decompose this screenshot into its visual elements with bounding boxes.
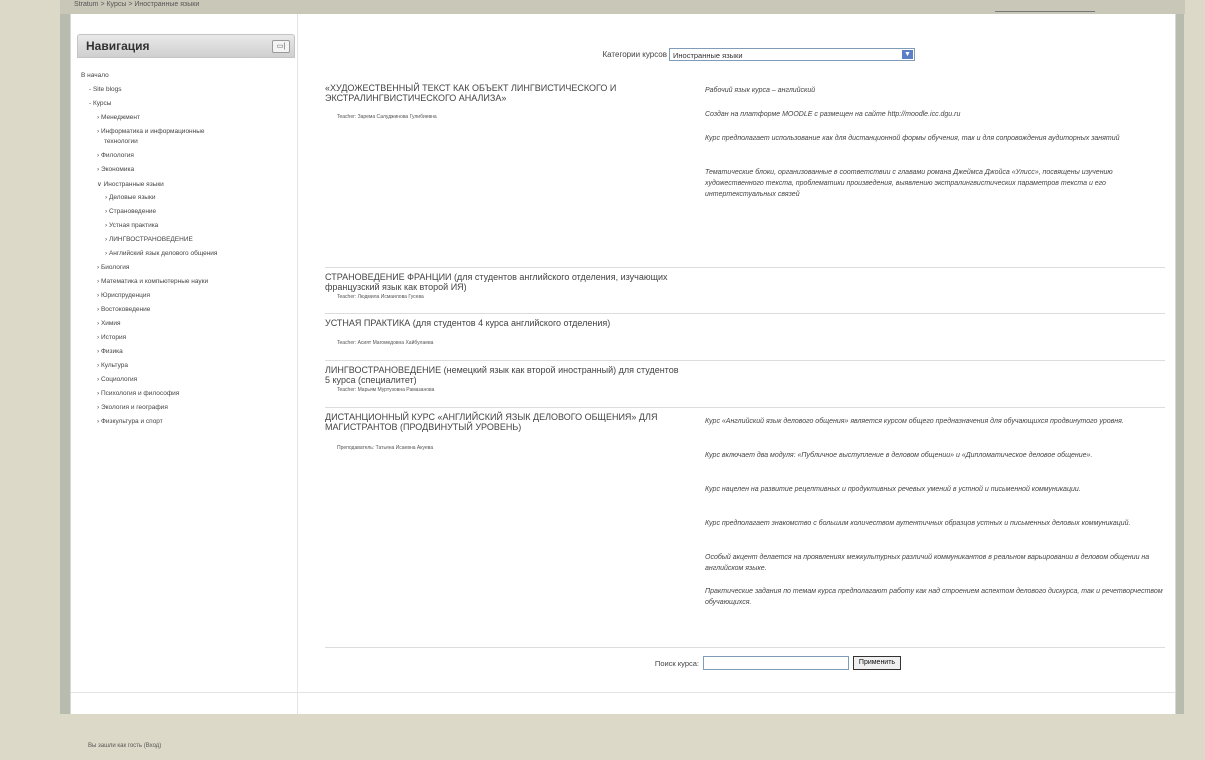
nav-item-business-languages[interactable]: › Деловые языки bbox=[105, 194, 155, 201]
category-label: Категории курсов bbox=[602, 50, 668, 59]
course-summary-line: Курс предполагает знакомство с большим к… bbox=[705, 520, 1131, 527]
nav-item-history[interactable]: › История bbox=[97, 334, 126, 341]
course-summary-line: Курс предполагает использование как для … bbox=[705, 135, 1120, 142]
nav-item-philology[interactable]: › Филология bbox=[97, 152, 134, 159]
course-teacher[interactable]: Teacher: Людмила Исмаилова Гусева bbox=[337, 294, 424, 300]
navigation-header: Навигация ▭| bbox=[77, 34, 295, 58]
course-separator bbox=[325, 647, 1165, 648]
nav-item-economics[interactable]: › Экономика bbox=[97, 166, 134, 173]
course-summary-line: Особый акцент делается на проявлениях ме… bbox=[705, 554, 1150, 572]
nav-item-physics[interactable]: › Физика bbox=[97, 348, 123, 355]
course-title[interactable]: СТРАНОВЕДЕНИЕ ФРАНЦИИ (для студентов анг… bbox=[325, 272, 680, 292]
course-separator bbox=[325, 407, 1165, 408]
course-summary-line: Курс включает два модуля: «Публичное выс… bbox=[705, 452, 1093, 459]
course-separator bbox=[325, 360, 1165, 361]
breadcrumb[interactable]: Stratum > Курсы > Иностранные языки bbox=[74, 1, 199, 8]
course-summary-line: Рабочий язык курса – английский bbox=[705, 87, 816, 94]
page-body: Навигация ▭| В начало - Site blogs - Кур… bbox=[70, 14, 1176, 714]
block-control-icon[interactable]: ▭| bbox=[272, 40, 290, 53]
nav-item-informatics-cont[interactable]: технологии bbox=[104, 138, 138, 145]
page-frame: Навигация ▭| В начало - Site blogs - Кур… bbox=[60, 14, 1184, 714]
course-summary-line: Практические задания по темам курса пред… bbox=[705, 588, 1163, 606]
nav-item-sports[interactable]: › Физкультура и спорт bbox=[97, 418, 163, 425]
apply-button[interactable]: Применить bbox=[853, 656, 901, 670]
chevron-down-icon[interactable]: ▼ bbox=[902, 50, 913, 59]
nav-item-law[interactable]: › Юриспруденция bbox=[97, 292, 150, 299]
login-field[interactable] bbox=[995, 3, 1095, 12]
nav-item-foreign-languages[interactable]: ∨ Иностранные языки bbox=[97, 180, 164, 188]
nav-item-psychology[interactable]: › Психология и философия bbox=[97, 390, 179, 397]
course-separator bbox=[325, 267, 1165, 268]
category-selected-value: Иностранные языки bbox=[673, 51, 743, 60]
nav-item-linguo-country-studies[interactable]: › ЛИНГВОСТРАНОВЕДЕНИЕ bbox=[105, 236, 193, 243]
nav-item-oral-practice[interactable]: › Устная практика bbox=[105, 222, 158, 229]
course-summary-line: Курс «Английский язык делового общения» … bbox=[705, 418, 1124, 425]
nav-item-business-english[interactable]: › Английский язык делового общения bbox=[105, 250, 217, 257]
main-content: Категории курсов Иностранные языки ▼ «ХУ… bbox=[307, 14, 1167, 692]
top-bar: Stratum > Курсы > Иностранные языки bbox=[60, 0, 1185, 14]
navigation-block: Навигация ▭| В начало - Site blogs - Кур… bbox=[77, 34, 295, 425]
category-select[interactable]: Иностранные языки ▼ bbox=[669, 48, 915, 61]
nav-item-management[interactable]: › Менеджмент bbox=[97, 114, 140, 121]
course-teacher[interactable]: Teacher: Асият Магомедовна Хайбулаева bbox=[337, 340, 433, 346]
nav-item-courses[interactable]: - Курсы bbox=[89, 100, 111, 107]
search-input[interactable] bbox=[703, 656, 849, 670]
footer-divider bbox=[71, 692, 1175, 693]
course-title[interactable]: УСТНАЯ ПРАКТИКА (для студентов 4 курса а… bbox=[325, 318, 680, 328]
login-info[interactable]: Вы зашли как гость (Вход) bbox=[88, 743, 161, 749]
course-teacher[interactable]: Teacher: Марьям Муртузовна Рамазанова bbox=[337, 387, 434, 393]
nav-item-site-blogs[interactable]: - Site blogs bbox=[89, 86, 122, 93]
course-summary-line: Тематические блоки, организованные в соо… bbox=[705, 169, 1113, 198]
course-separator bbox=[325, 313, 1165, 314]
nav-item-biology[interactable]: › Биология bbox=[97, 264, 129, 271]
course-title[interactable]: ДИСТАНЦИОННЫЙ КУРС «АНГЛИЙСКИЙ ЯЗЫК ДЕЛО… bbox=[325, 412, 680, 432]
nav-item-ecology[interactable]: › Экология и география bbox=[97, 404, 168, 411]
course-teacher[interactable]: Преподаватель: Татьяна Исаевна Акуева bbox=[337, 445, 433, 451]
nav-item-country-studies[interactable]: › Страноведение bbox=[105, 208, 156, 215]
nav-item-home[interactable]: В начало bbox=[81, 72, 109, 79]
nav-item-sociology[interactable]: › Социология bbox=[97, 376, 137, 383]
nav-item-chemistry[interactable]: › Химия bbox=[97, 320, 121, 327]
course-title[interactable]: ЛИНГВОСТРАНОВЕДЕНИЕ (немецкий язык как в… bbox=[325, 365, 680, 385]
search-label: Поиск курса: bbox=[654, 659, 699, 668]
course-summary-line: Курс нацелен на развитие рецептивных и п… bbox=[705, 486, 1081, 493]
course-title[interactable]: «ХУДОЖЕСТВЕННЫЙ ТЕКСТ КАК ОБЪЕКТ ЛИНГВИС… bbox=[325, 83, 680, 103]
navigation-title: Навигация bbox=[86, 39, 150, 53]
course-summary-line: Создан на платформе MOODLE с размещен на… bbox=[705, 111, 961, 118]
course-teacher[interactable]: Teacher: Зарема Салуджинова Гулибиевна bbox=[337, 114, 437, 120]
nav-item-math-cs[interactable]: › Математика и компьютерные науки bbox=[97, 278, 208, 285]
nav-item-informatics[interactable]: › Информатика и информационные bbox=[97, 128, 205, 135]
nav-item-culture[interactable]: › Культура bbox=[97, 362, 128, 369]
column-divider bbox=[297, 14, 298, 714]
nav-item-oriental-studies[interactable]: › Востоковедение bbox=[97, 306, 150, 313]
